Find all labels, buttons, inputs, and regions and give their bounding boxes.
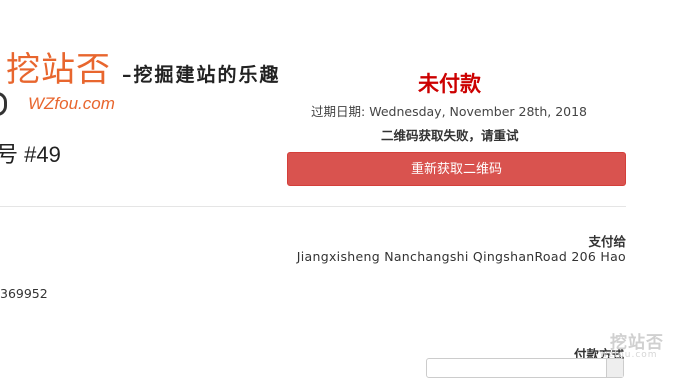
- due-date-label: 过期日期:: [311, 104, 366, 119]
- site-logo-domain[interactable]: WZfou.com: [28, 94, 115, 114]
- invoice-detail-number: 369952: [0, 286, 48, 301]
- pay-to-address: Jiangxisheng Nanchangshi QingshanRoad 20…: [296, 249, 626, 264]
- logo-mark-icon: [0, 92, 7, 116]
- payment-method-select[interactable]: [426, 358, 624, 378]
- watermark-domain: wzfou.com: [600, 350, 658, 360]
- chevron-down-icon: [606, 359, 623, 377]
- due-date-value: Wednesday, November 28th, 2018: [369, 104, 588, 119]
- section-divider: [0, 206, 626, 207]
- pay-to-label: 支付给: [588, 234, 626, 249]
- qr-error-message: 二维码获取失败，请重试: [381, 128, 519, 143]
- site-logo-title[interactable]: 挖站否: [6, 50, 111, 90]
- due-date-line: 过期日期: Wednesday, November 28th, 2018: [311, 101, 587, 120]
- retry-qr-button[interactable]: 重新获取二维码: [287, 152, 626, 186]
- site-slogan: –挖掘建站的乐趣: [122, 64, 281, 86]
- invoice-number: 号 #49: [0, 142, 61, 167]
- invoice-status: 未付款: [418, 72, 481, 96]
